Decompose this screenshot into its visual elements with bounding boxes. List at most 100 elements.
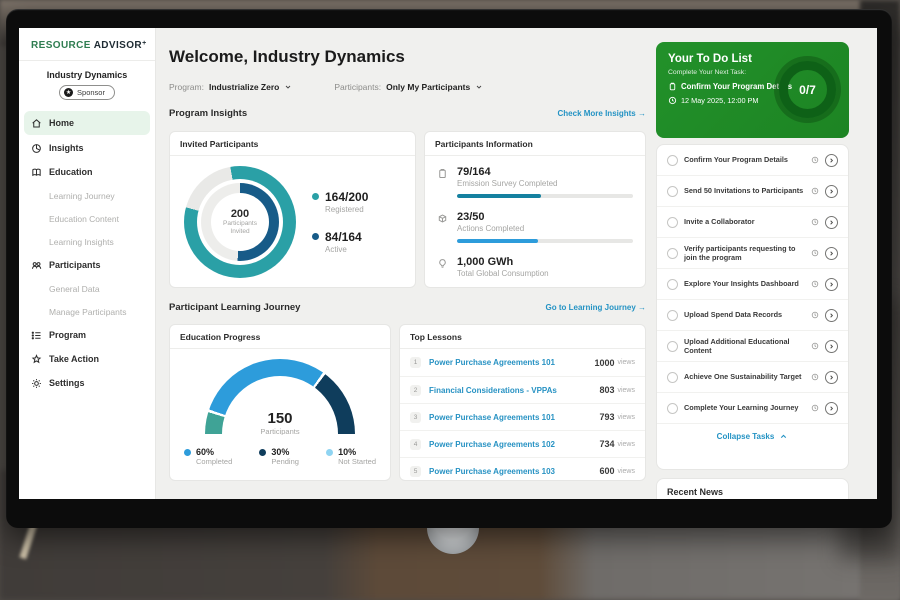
- sidebar-item-home[interactable]: Home: [24, 111, 150, 135]
- sidebar-item-take-action[interactable]: Take Action: [19, 347, 155, 371]
- lesson-row: 3 Power Purchase Agreements 101 793 view…: [400, 403, 645, 430]
- program-dropdown[interactable]: Program: Industrialize Zero: [169, 82, 292, 92]
- lesson-link[interactable]: Power Purchase Agreements 102: [429, 440, 599, 449]
- book-icon: [31, 167, 42, 178]
- task-open-button[interactable]: [825, 278, 838, 291]
- collapse-tasks-link[interactable]: Collapse Tasks: [657, 424, 848, 448]
- sidebar-item-education[interactable]: Education: [19, 160, 155, 184]
- logo-text-primary: RESOURCE: [31, 40, 91, 51]
- legend-active: 84/164 Active: [312, 230, 368, 254]
- task-row-send-invitations[interactable]: Send 50 Invitations to Participants: [657, 176, 848, 207]
- list-icon: [31, 330, 42, 341]
- sidebar-item-education-content[interactable]: Education Content: [19, 207, 155, 230]
- task-checkbox[interactable]: [667, 217, 678, 228]
- participants-information-card: Participants Information 79/164 Emission…: [424, 131, 646, 288]
- bulb-icon: [437, 256, 449, 278]
- rank-badge: 4: [410, 439, 421, 450]
- clock-icon: [811, 311, 819, 319]
- legend-registered: 164/200 Registered: [312, 190, 368, 214]
- sidebar-item-manage-participants[interactable]: Manage Participants: [19, 300, 155, 323]
- sponsor-badge-label: Sponsor: [77, 88, 105, 97]
- monitor-bezel: RESOURCE ADVISOR+ Industry Dynamics ★ Sp…: [6, 9, 892, 528]
- task-open-button[interactable]: [825, 309, 838, 322]
- task-open-button[interactable]: [825, 402, 838, 415]
- task-row-complete-learning-journey[interactable]: Complete Your Learning Journey: [657, 393, 848, 424]
- check-more-insights-link[interactable]: Check More Insights →: [558, 109, 646, 118]
- section-title: Program Insights: [169, 108, 247, 119]
- lesson-row: 5 Power Purchase Agreements 103 600 view…: [400, 457, 645, 484]
- gauge-center-value: 150: [205, 410, 355, 427]
- participants-value: Only My Participants: [386, 82, 470, 92]
- insights-icon: [31, 143, 42, 154]
- clock-icon: [811, 156, 819, 164]
- logo-plus: +: [142, 40, 147, 47]
- app-logo: RESOURCE ADVISOR+: [19, 28, 155, 61]
- recent-news-title: Recent News: [657, 479, 848, 499]
- task-row-confirm-program[interactable]: Confirm Your Program Details: [657, 145, 848, 176]
- logo-text-secondary: ADVISOR: [94, 40, 142, 51]
- task-row-upload-educational-content[interactable]: Upload Additional Educational Content: [657, 331, 848, 362]
- lesson-link[interactable]: Power Purchase Agreements 101: [429, 413, 599, 422]
- task-checkbox[interactable]: [667, 279, 678, 290]
- invited-donut-chart: 200 Participants Invited: [184, 166, 296, 278]
- clock-icon: [811, 187, 819, 195]
- clock-icon: [811, 218, 819, 226]
- task-open-button[interactable]: [825, 185, 838, 198]
- todo-task-list: Confirm Your Program Details Send 50 Inv…: [656, 144, 849, 470]
- arrow-right-icon: →: [638, 303, 646, 312]
- gauge-legend: 60% Completed 30% Pending 10% Not Starte…: [170, 435, 390, 466]
- lesson-link[interactable]: Financial Considerations - VPPAs: [429, 386, 599, 395]
- task-checkbox[interactable]: [667, 186, 678, 197]
- chevron-right-icon: [828, 250, 835, 257]
- task-row-verify-participants[interactable]: Verify participants requesting to join t…: [657, 238, 848, 269]
- task-checkbox[interactable]: [667, 372, 678, 383]
- task-checkbox[interactable]: [667, 248, 678, 259]
- task-row-explore-insights[interactable]: Explore Your Insights Dashboard: [657, 269, 848, 300]
- task-row-upload-spend-data[interactable]: Upload Spend Data Records: [657, 300, 848, 331]
- sidebar-item-learning-journey[interactable]: Learning Journey: [19, 184, 155, 207]
- learning-journey-header: Participant Learning Journey Go to Learn…: [169, 302, 646, 313]
- lesson-link[interactable]: Power Purchase Agreements 103: [429, 467, 599, 476]
- task-checkbox[interactable]: [667, 310, 678, 321]
- participants-dropdown[interactable]: Participants: Only My Participants: [334, 82, 483, 92]
- sidebar-item-general-data[interactable]: General Data: [19, 277, 155, 300]
- task-open-button[interactable]: [825, 247, 838, 260]
- task-open-button[interactable]: [825, 340, 838, 353]
- sidebar-nav: Home Insights Education Learning Journey…: [19, 109, 155, 395]
- sidebar-item-program[interactable]: Program: [19, 323, 155, 347]
- task-row-invite-collaborator[interactable]: Invite a Collaborator: [657, 207, 848, 238]
- sidebar-item-learning-insights[interactable]: Learning Insights: [19, 230, 155, 253]
- lesson-link[interactable]: Power Purchase Agreements 101: [429, 358, 594, 367]
- donut-center-value: 200: [231, 208, 249, 220]
- legend-dot: [326, 449, 333, 456]
- task-open-button[interactable]: [825, 216, 838, 229]
- program-value: Industrialize Zero: [209, 82, 279, 92]
- arrow-right-icon: →: [638, 109, 646, 118]
- task-open-button[interactable]: [825, 154, 838, 167]
- sidebar-item-settings[interactable]: Settings: [19, 371, 155, 395]
- legend-dot: [184, 449, 191, 456]
- task-open-button[interactable]: [825, 371, 838, 384]
- task-checkbox[interactable]: [667, 155, 678, 166]
- legend-pending: 30% Pending: [259, 447, 299, 466]
- legend-completed: 60% Completed: [184, 447, 232, 466]
- invited-participants-card: Invited Participants 200 Participants In…: [169, 131, 416, 288]
- dashboard-screen: RESOURCE ADVISOR+ Industry Dynamics ★ Sp…: [19, 28, 877, 499]
- sidebar-item-label: Participants: [49, 260, 101, 270]
- sidebar-item-insights[interactable]: Insights: [19, 136, 155, 160]
- clock-icon: [811, 404, 819, 412]
- actions-progress-bar: [457, 239, 633, 243]
- chevron-right-icon: [828, 312, 835, 319]
- go-to-learning-journey-link[interactable]: Go to Learning Journey →: [546, 303, 646, 312]
- task-checkbox[interactable]: [667, 403, 678, 414]
- task-checkbox[interactable]: [667, 341, 678, 352]
- sidebar-item-participants[interactable]: Participants: [19, 253, 155, 277]
- sidebar-item-label: Insights: [49, 143, 84, 153]
- task-row-achieve-target[interactable]: Achieve One Sustainability Target: [657, 362, 848, 393]
- section-title: Participant Learning Journey: [169, 302, 300, 313]
- sidebar-item-label: Take Action: [49, 354, 99, 364]
- card-title: Education Progress: [170, 325, 390, 349]
- chevron-right-icon: [828, 157, 835, 164]
- program-insights-header: Program Insights Check More Insights →: [169, 108, 646, 119]
- lesson-row: 2 Financial Considerations - VPPAs 803 v…: [400, 376, 645, 403]
